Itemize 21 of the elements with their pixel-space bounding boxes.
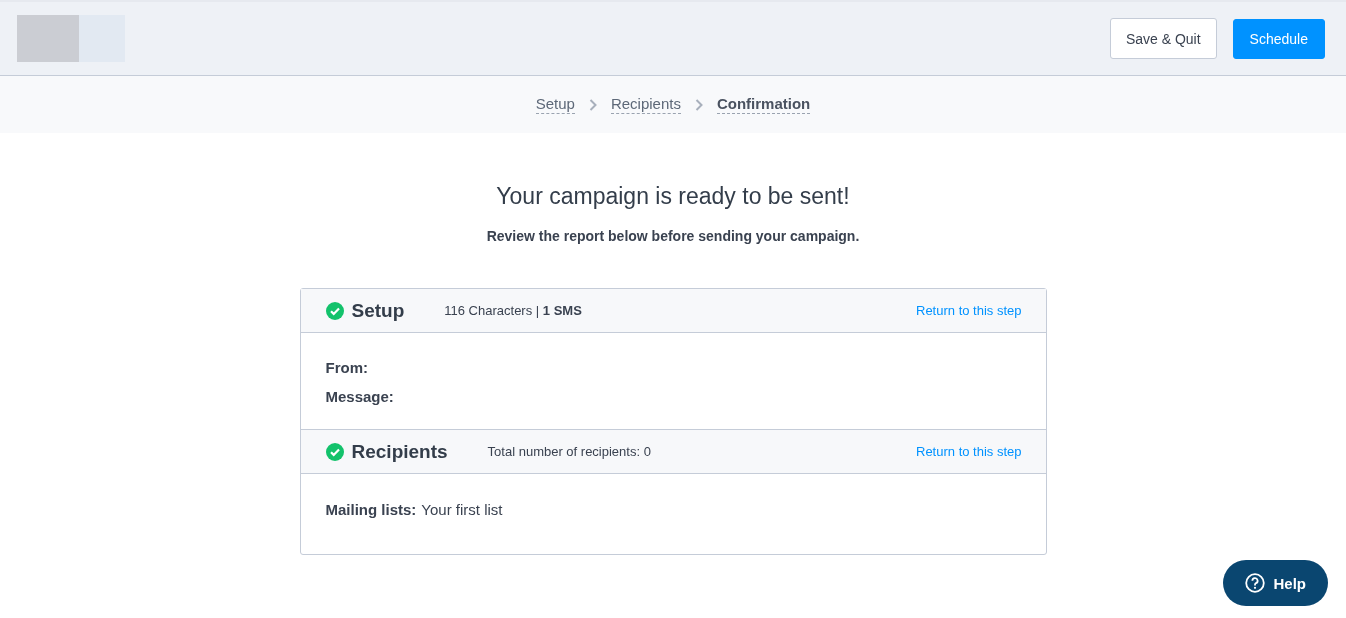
breadcrumb-step[interactable]: Confirmation — [716, 95, 811, 114]
page-subtitle: Review the report below before sending your campaign. — [485, 228, 861, 244]
field-label: From: — [325, 359, 368, 376]
breadcrumb-step[interactable]: Recipients — [610, 95, 681, 114]
help-button[interactable]: Help — [1223, 560, 1328, 606]
page-title: Your campaign is ready to be sent! — [495, 183, 851, 210]
save-quit-button[interactable]: Save & Quit — [1109, 18, 1217, 59]
field-label: Mailing lists: — [325, 501, 417, 518]
section-title: Setup — [351, 299, 405, 322]
section-summary: 116 Characters | 1 SMS — [444, 303, 582, 318]
section-summary: Total number of recipients: 0 — [487, 444, 651, 459]
help-icon — [1245, 573, 1266, 593]
return-link[interactable]: Return to this step — [916, 303, 1022, 318]
return-link[interactable]: Return to this step — [916, 444, 1022, 459]
field-label: Message: — [325, 388, 394, 405]
schedule-button[interactable]: Schedule — [1232, 18, 1325, 59]
chevron-icon — [694, 98, 703, 111]
chevron-icon — [588, 98, 597, 111]
breadcrumb-step[interactable]: Setup — [535, 95, 575, 114]
field-value: Your first list — [421, 501, 503, 518]
section-title: Recipients — [351, 440, 448, 463]
